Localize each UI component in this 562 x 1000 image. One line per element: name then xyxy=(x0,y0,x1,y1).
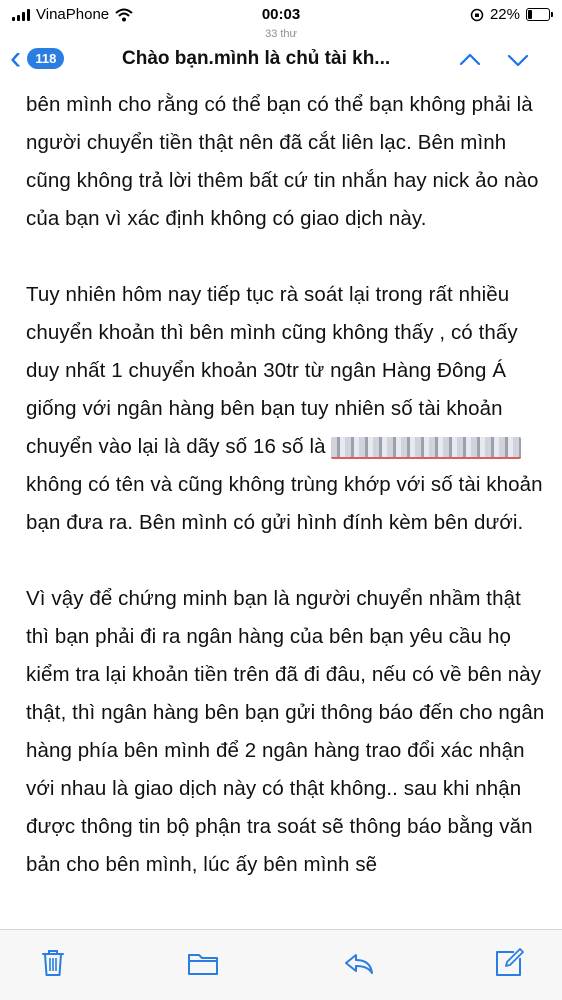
email-paragraph-1: bên mình cho rằng có thể bạn có thể bạn … xyxy=(26,93,539,230)
paragraph-2-part-1: Tuy nhiên hôm nay tiếp tục rà soát lại t… xyxy=(26,283,518,458)
unread-badge: 118 xyxy=(27,47,65,69)
email-body: bên mình cho rằng có thể bạn có thể bạn … xyxy=(26,86,546,922)
battery-percent: 22% xyxy=(489,6,520,23)
redacted-account-number xyxy=(331,436,522,459)
email-subject: Chào bạn.mình là chủ tài kh... xyxy=(122,48,391,69)
previous-message-button[interactable] xyxy=(458,48,482,72)
email-paragraph-3: Vì vậy để chứng minh bạn là người chuyển… xyxy=(26,587,545,876)
message-count: 33 thư xyxy=(265,28,297,40)
bottom-toolbar xyxy=(0,929,562,1000)
reply-icon[interactable] xyxy=(342,946,376,980)
mail-nav-bar: 33 thư ‹ 118 Chào bạn.mình là chủ tài kh… xyxy=(0,26,562,86)
chevron-left-icon: ‹ xyxy=(10,39,22,77)
battery-icon xyxy=(526,8,553,21)
trash-icon[interactable] xyxy=(36,946,70,980)
orientation-lock-icon xyxy=(470,8,484,21)
paragraph-2-part-2: không có tên và cũng không trùng khớp vớ… xyxy=(26,473,543,534)
status-right: 22% xyxy=(470,6,553,23)
compose-icon[interactable] xyxy=(492,946,526,980)
email-paragraph-2: Tuy nhiên hôm nay tiếp tục rà soát lại t… xyxy=(26,276,546,542)
next-message-button[interactable] xyxy=(506,48,530,72)
folder-icon[interactable] xyxy=(186,946,220,980)
back-button[interactable]: ‹ 118 xyxy=(10,39,65,77)
